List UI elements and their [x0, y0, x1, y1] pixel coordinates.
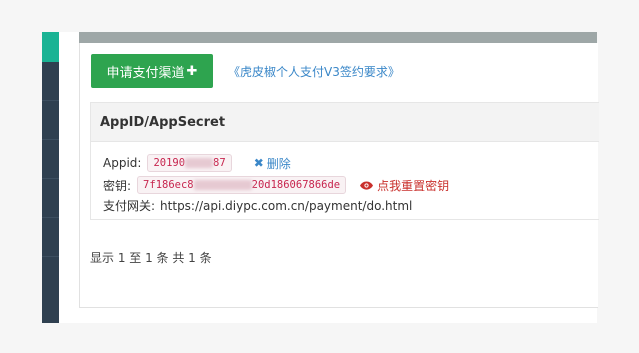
sidebar-divider: [42, 178, 59, 179]
appid-label: Appid:: [103, 156, 142, 170]
delete-credential-button[interactable]: ✖ 删除: [254, 155, 291, 172]
apply-channel-button[interactable]: 申请支付渠道 ✚: [91, 54, 213, 88]
credentials-box: AppID/AppSecret Appid: 20190 87 ✖ 删除 密钥: …: [90, 102, 599, 220]
sidebar-divider: [42, 256, 59, 257]
plus-icon: ✚: [186, 63, 198, 79]
payment-channel-panel: 申请支付渠道 ✚ 《虎皮椒个人支付V3签约要求》 AppID/AppSecret…: [79, 43, 599, 308]
secret-value[interactable]: 7f186ec8 20d186067866de: [137, 176, 347, 194]
redacted-mask: [185, 158, 214, 168]
reset-secret-label: 点我重置密钥: [377, 178, 450, 193]
secret-value-start: 7f186ec8: [143, 179, 194, 191]
signing-requirements-link[interactable]: 《虎皮椒个人支付V3签约要求》: [228, 63, 400, 80]
delete-label: 删除: [266, 156, 291, 171]
gateway-url: https://api.diypc.com.cn/payment/do.html: [160, 198, 413, 213]
gateway-label: 支付网关:: [103, 199, 156, 213]
redacted-mask: [193, 180, 252, 190]
secret-value-end: 20d186067866de: [251, 179, 341, 191]
reset-secret-button[interactable]: 点我重置密钥: [360, 177, 449, 194]
sidebar-active-item[interactable]: [42, 32, 59, 62]
eye-icon: [360, 180, 374, 190]
sidebar-divider: [42, 217, 59, 218]
appid-value-start: 20190: [153, 157, 186, 169]
appid-row: Appid: 20190 87 ✖ 删除: [103, 154, 291, 172]
secret-label: 密钥:: [103, 178, 132, 193]
sidebar-divider: [42, 139, 59, 140]
credentials-title: AppID/AppSecret: [91, 103, 599, 142]
main-content: 申请支付渠道 ✚ 《虎皮椒个人支付V3签约要求》 AppID/AppSecret…: [59, 32, 599, 323]
gateway-row: 支付网关: https://api.diypc.com.cn/payment/d…: [103, 197, 412, 214]
pagination-summary: 显示 1 至 1 条 共 1 条: [90, 251, 212, 265]
panel-top-bar: [79, 32, 597, 43]
secret-row: 密钥: 7f186ec8 20d186067866de 点我重置密钥: [103, 176, 449, 194]
sidebar: [42, 32, 59, 323]
appid-value-end: 87: [213, 157, 226, 169]
close-icon: ✖: [253, 156, 264, 170]
sidebar-divider: [42, 100, 59, 101]
appid-value[interactable]: 20190 87: [147, 154, 232, 172]
apply-channel-label: 申请支付渠道: [106, 65, 185, 81]
